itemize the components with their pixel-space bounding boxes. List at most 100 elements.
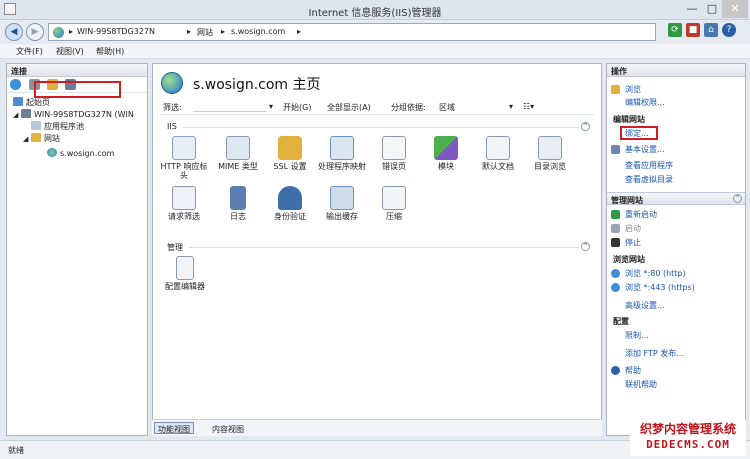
action-restart[interactable]: 重新启动 (625, 209, 657, 220)
tree-item-site[interactable]: s.wosign.com (47, 148, 114, 158)
show-all-button[interactable]: 全部显示(A) (327, 102, 371, 113)
modules-icon (434, 136, 458, 160)
feature-compression[interactable]: 压缩 (369, 186, 419, 221)
action-help[interactable]: 帮助 (625, 365, 641, 376)
help-icon (611, 366, 620, 375)
tab-content-view[interactable]: 内容视图 (208, 422, 248, 434)
config-editor-icon (176, 256, 194, 280)
menu-view[interactable]: 视图(V) (56, 46, 84, 57)
connections-header: 连接 (7, 64, 147, 77)
breadcrumb-sites[interactable]: 网站 (197, 27, 213, 38)
tab-features-view[interactable]: 功能视图 (154, 422, 194, 434)
dropdown-icon[interactable]: ▾ (509, 102, 513, 111)
title-bar: Internet 信息服务(IIS)管理器 — □ ✕ (0, 0, 750, 20)
collapse-arrow-icon[interactable]: ◢ (23, 135, 28, 143)
view-tabs: 功能视图 内容视图 (152, 419, 602, 436)
go-button[interactable]: 开始(G) (283, 102, 311, 113)
selected-site-highlight (34, 81, 121, 98)
action-edit-permissions[interactable]: 编辑权限... (625, 97, 665, 108)
filter-bar: 筛选: ▾ 开始(G) 全部显示(A) 分组依据: 区域 ▾ ☷▾ (159, 100, 595, 115)
view-options-icon[interactable]: ☷▾ (523, 102, 534, 111)
feature-logging[interactable]: 日志 (213, 186, 263, 221)
request-filtering-icon (172, 186, 196, 210)
feature-panel: s.wosign.com 主页 筛选: ▾ 开始(G) 全部显示(A) 分组依据… (152, 63, 602, 436)
filter-label: 筛选: (163, 103, 182, 112)
browse-site-title: 浏览网站 (613, 255, 645, 264)
maximize-button[interactable]: □ (702, 0, 722, 18)
action-view-virtual-dirs[interactable]: 查看虚拟目录 (625, 174, 673, 185)
connect-icon[interactable] (10, 79, 21, 90)
minimize-button[interactable]: — (682, 0, 702, 18)
action-limits[interactable]: 限制... (625, 330, 649, 341)
feature-handler-mappings[interactable]: 处理程序映射 (317, 136, 367, 171)
action-start[interactable]: 启动 (625, 223, 641, 234)
feature-modules[interactable]: 模块 (421, 136, 471, 171)
section-iis: IIS (167, 122, 177, 131)
feature-error-pages[interactable]: 错误页 (369, 136, 419, 171)
menu-help[interactable]: 帮助(H) (96, 46, 124, 57)
explore-icon (611, 85, 620, 94)
collapse-arrow-icon[interactable]: ◢ (13, 111, 18, 119)
collapse-icon[interactable]: ⌃ (733, 194, 742, 203)
feature-request-filtering[interactable]: 请求筛选 (159, 186, 209, 221)
config-title: 配置 (613, 317, 629, 326)
tree-item-sites[interactable]: ◢ 网站 (23, 133, 60, 144)
handler-mappings-icon (330, 136, 354, 160)
collapse-icon[interactable]: ⌃ (581, 122, 590, 131)
help-icon[interactable]: ? (722, 23, 736, 37)
home-icon[interactable]: ⌂ (704, 23, 718, 37)
group-by-select[interactable]: 区域 (439, 102, 455, 113)
action-advanced-settings[interactable]: 高级设置... (625, 300, 665, 311)
chevron-right-icon: ▸ (187, 27, 192, 36)
error-pages-icon (382, 136, 406, 160)
collapse-icon[interactable]: ⌃ (581, 242, 590, 251)
feature-output-caching[interactable]: 输出缓存 (317, 186, 367, 221)
mime-types-icon (226, 136, 250, 160)
stop-icon (611, 238, 620, 247)
action-add-ftp[interactable]: 添加 FTP 发布... (625, 348, 684, 359)
back-button[interactable]: ◀ (5, 23, 23, 41)
filter-input[interactable] (193, 101, 267, 112)
breadcrumb-server[interactable]: WIN-99S8TDG327N (77, 27, 155, 36)
address-bar[interactable]: ▸ WIN-99S8TDG327N ▸ 网站 ▸ s.wosign.com ▸ (48, 23, 656, 41)
feature-ssl[interactable]: SSL 设置 (265, 136, 315, 171)
close-button[interactable]: ✕ (722, 0, 748, 18)
action-online-help[interactable]: 联机帮助 (625, 379, 657, 390)
dropdown-icon[interactable]: ▾ (269, 102, 273, 111)
menu-bar: 文件(F) 视图(V) 帮助(H) (0, 44, 750, 59)
breadcrumb-site[interactable]: s.wosign.com (231, 27, 285, 36)
forward-button[interactable]: ▶ (26, 23, 44, 41)
feature-config-editor[interactable]: 配置编辑器 (159, 256, 211, 291)
action-view-applications[interactable]: 查看应用程序 (625, 160, 673, 171)
tree-item-start-page[interactable]: 起始页 (13, 97, 50, 108)
chevron-right-icon: ▸ (221, 27, 226, 36)
server-icon (20, 109, 31, 118)
feature-mime-types[interactable]: MIME 类型 (213, 136, 263, 171)
feature-authentication[interactable]: 身份验证 (265, 186, 315, 221)
feature-http-headers[interactable]: HTTP 响应标头 (159, 136, 209, 180)
globe-icon (53, 27, 64, 38)
restart-icon (611, 210, 620, 219)
menu-file[interactable]: 文件(F) (16, 46, 43, 57)
action-basic-settings[interactable]: 基本设置... (625, 144, 665, 155)
tree-item-server[interactable]: ◢ WIN-99S8TDG327N (WIN (13, 109, 134, 119)
action-stop[interactable]: 停止 (625, 237, 641, 248)
connections-panel: 连接 起始页 ◢ WIN-99S8TDG327N (WIN 应用程序池 ◢ 网站… (6, 63, 148, 436)
browse-icon (611, 269, 620, 278)
action-explore[interactable]: 浏览 (625, 84, 641, 95)
action-browse-https[interactable]: 浏览 *:443 (https) (625, 282, 695, 293)
manage-site-header: 管理网站 (607, 192, 745, 205)
browse-icon (611, 283, 620, 292)
folder-icon (30, 133, 41, 142)
logging-icon (230, 186, 246, 210)
lock-icon (278, 136, 302, 160)
chevron-right-icon: ▸ (297, 27, 302, 36)
http-headers-icon (172, 136, 196, 160)
stop-icon[interactable]: ■ (686, 23, 700, 37)
group-by-label: 分组依据: (391, 103, 426, 112)
feature-default-document[interactable]: 默认文档 (473, 136, 523, 171)
refresh-icon[interactable]: ⟳ (668, 23, 682, 37)
feature-directory-browsing[interactable]: 目录浏览 (525, 136, 575, 171)
action-browse-http[interactable]: 浏览 *:80 (http) (625, 268, 686, 279)
tree-item-app-pools[interactable]: 应用程序池 (31, 121, 84, 132)
